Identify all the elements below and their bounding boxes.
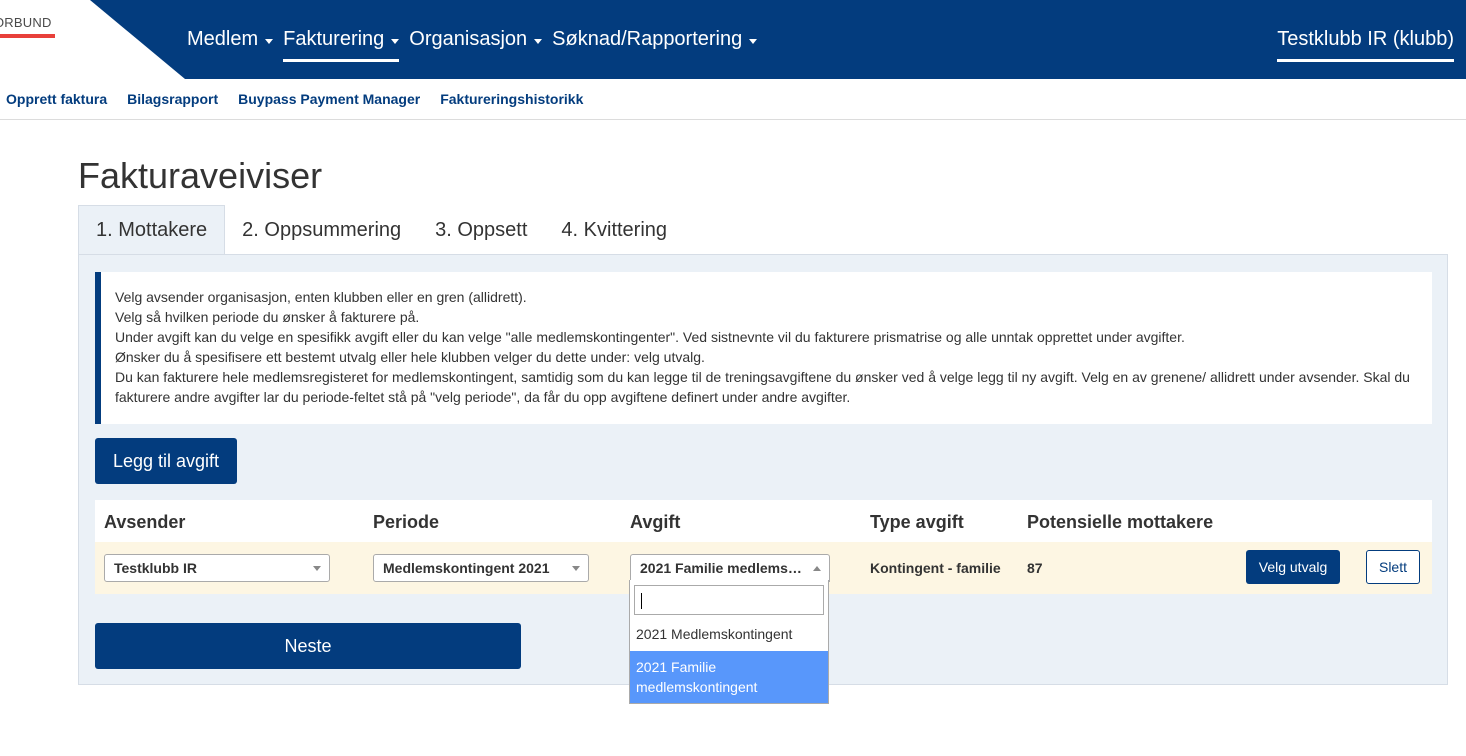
nav-item-organisasjon[interactable]: Organisasjon [409, 0, 543, 79]
dropdown-search-input[interactable] [634, 585, 824, 615]
header-periode: Periode [373, 512, 440, 532]
logo-text: ORBUND [0, 15, 52, 30]
select-group-button[interactable]: Velg utvalg [1246, 550, 1340, 584]
dropdown-option[interactable]: 2021 Medlemskontingent [630, 624, 828, 650]
text-cursor [641, 593, 642, 609]
chevron-up-icon [813, 566, 821, 571]
header-type-avgift: Type avgift [870, 512, 964, 532]
nav-item-label: Medlem [187, 28, 259, 50]
info-line: Ønsker du å spesifisere ett bestemt utva… [115, 349, 705, 365]
header-avsender: Avsender [104, 512, 186, 532]
logo-red-bar [0, 34, 55, 38]
wizard-tabs: 1. Mottakere 2. Oppsummering 3. Oppsett … [78, 205, 684, 255]
tab-kvittering[interactable]: 4. Kvittering [544, 205, 684, 255]
caret-down-icon [265, 38, 274, 44]
tab-oppsett[interactable]: 3. Oppsett [418, 205, 544, 255]
club-selector[interactable]: Testklubb IR (klubb) [1277, 0, 1454, 79]
tab-oppsummering[interactable]: 2. Oppsummering [225, 205, 418, 255]
add-fee-button[interactable]: Legg til avgift [95, 438, 237, 484]
avgift-dropdown: 2021 Medlemskontingent 2021 Familie medl… [629, 580, 829, 704]
delete-button[interactable]: Slett [1366, 550, 1420, 584]
info-line: Velg avsender organisasjon, enten klubbe… [115, 289, 527, 305]
chevron-down-icon [572, 566, 580, 571]
logo[interactable]: ORBUND [0, 0, 185, 79]
info-box: Velg avsender organisasjon, enten klubbe… [95, 272, 1432, 424]
subnav-bilagsrapport[interactable]: Bilagsrapport [127, 91, 218, 107]
chevron-down-icon [313, 566, 321, 571]
subnav-opprett-faktura[interactable]: Opprett faktura [6, 91, 107, 107]
nav-item-label: Organisasjon [409, 28, 528, 50]
nav-item-label: Fakturering [283, 28, 385, 50]
nav-item-soknad-rapportering[interactable]: Søknad/Rapportering [552, 0, 758, 79]
nav-item-medlem[interactable]: Medlem [187, 0, 274, 79]
type-avgift-value: Kontingent - familie [870, 560, 1001, 576]
next-button[interactable]: Neste [95, 623, 521, 669]
top-navbar: ORBUND Medlem Fakturering Organisasjon S… [0, 0, 1466, 79]
subnav-faktureringshistorikk[interactable]: Faktureringshistorikk [440, 91, 583, 107]
table-header: Avsender Periode Avgift Type avgift Pote… [95, 500, 1432, 542]
caret-down-icon [391, 38, 400, 44]
avsender-select[interactable]: Testklubb IR [104, 554, 330, 582]
sub-nav: Opprett faktura Bilagsrapport Buypass Pa… [0, 79, 1466, 120]
tab-mottakere[interactable]: 1. Mottakere [78, 205, 226, 255]
header-avgift: Avgift [630, 512, 681, 532]
info-line: Velg så hvilken periode du ønsker å fakt… [115, 309, 420, 325]
nav-item-label: Søknad/Rapportering [552, 28, 743, 50]
dropdown-option-highlighted[interactable]: 2021 Familie medlemskontingent [630, 651, 828, 703]
header-potensielle-mottakere: Potensielle mottakere [1027, 512, 1214, 532]
avgift-select[interactable]: 2021 Familie medlemskontingent [630, 554, 830, 582]
info-line: Du kan fakturere hele medlemsregisteret … [115, 369, 1410, 405]
avsender-value: Testklubb IR [114, 560, 197, 576]
info-line: Under avgift kan du velge en spesifikk a… [115, 329, 1185, 345]
nav-item-fakturering[interactable]: Fakturering [283, 0, 400, 79]
caret-down-icon [749, 38, 758, 44]
periode-select[interactable]: Medlemskontingent 2021 [373, 554, 589, 582]
subnav-buypass-payment-manager[interactable]: Buypass Payment Manager [238, 91, 420, 107]
periode-value: Medlemskontingent 2021 [383, 560, 550, 576]
caret-down-icon [534, 38, 543, 44]
main-nav: Medlem Fakturering Organisasjon Søknad/R… [187, 0, 767, 79]
avgift-value: 2021 Familie medlemskontingent [640, 560, 805, 576]
page-title: Fakturaveiviser [78, 155, 323, 196]
mottakere-count: 87 [1027, 560, 1043, 576]
